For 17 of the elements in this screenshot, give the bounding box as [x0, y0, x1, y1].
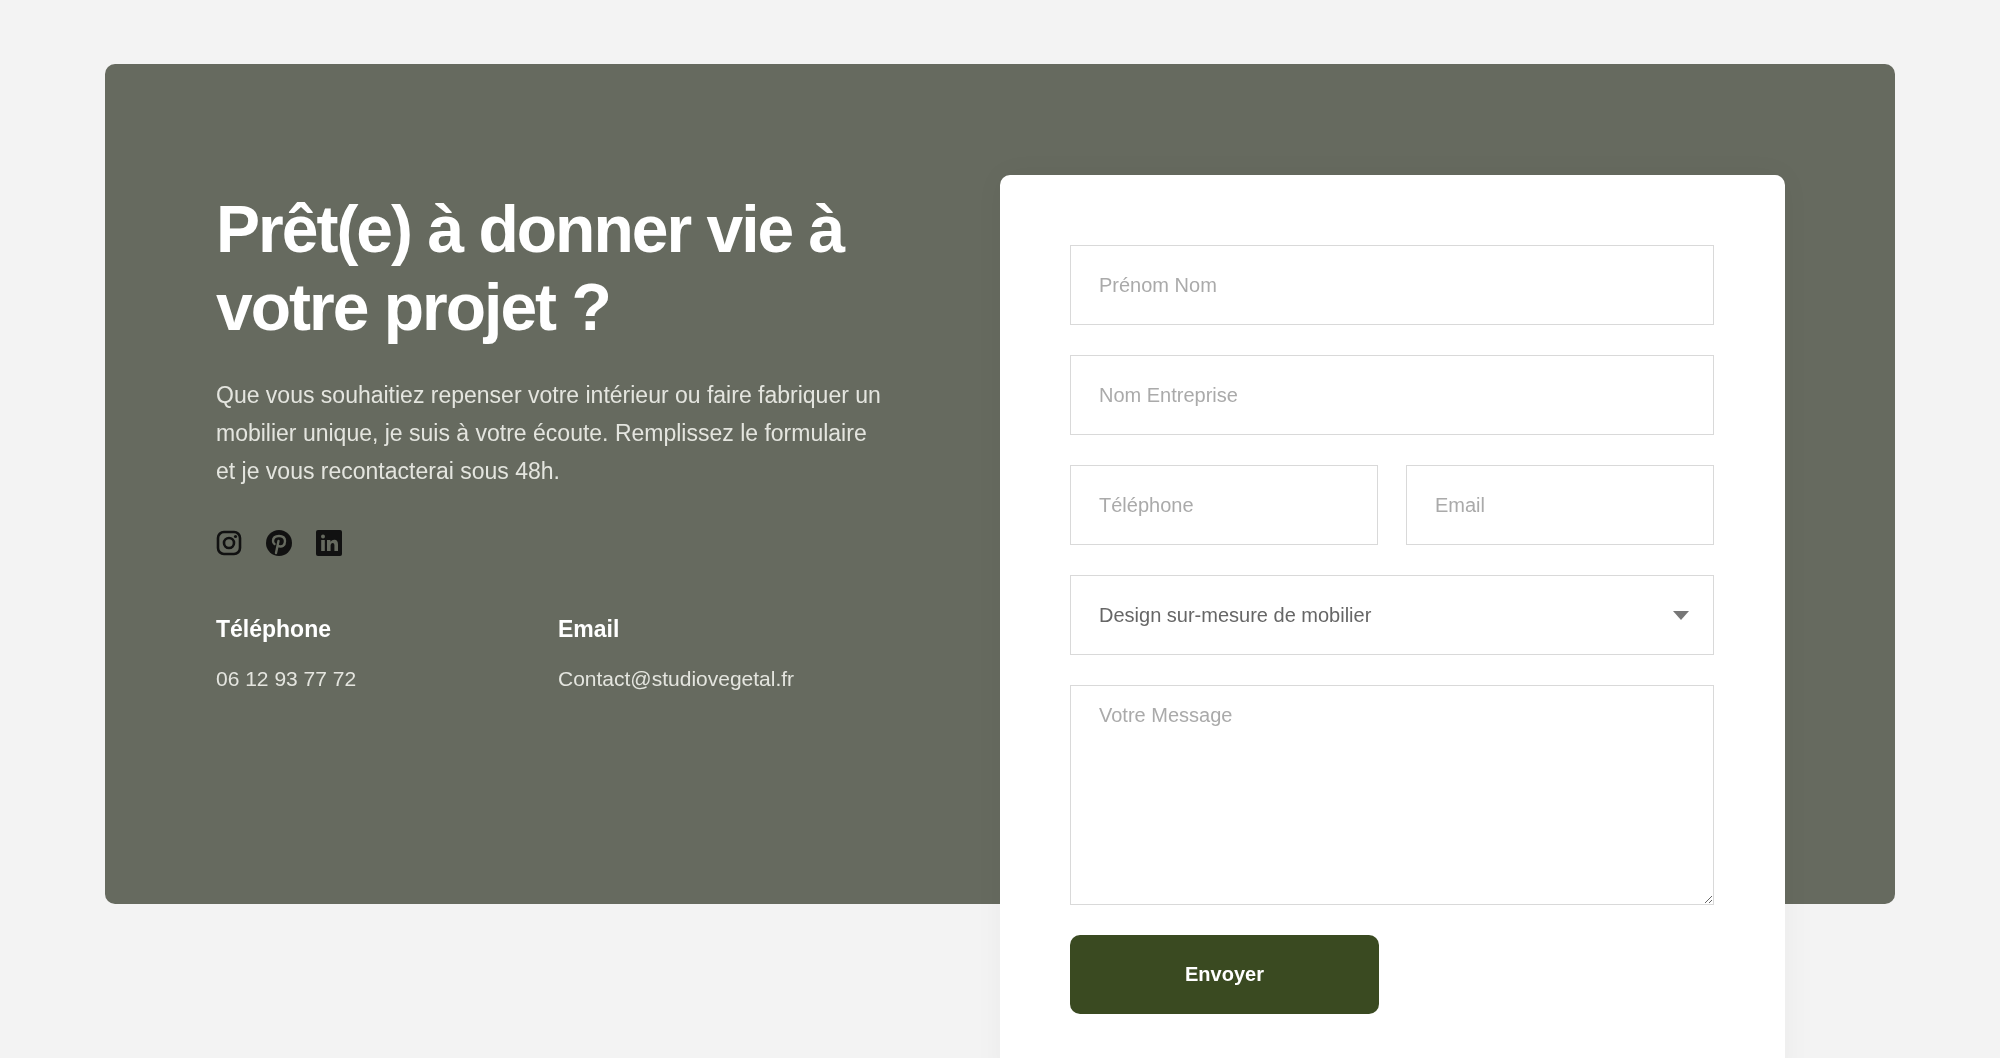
intro-text: Que vous souhaitiez repenser votre intérieur ou faire fabriquer un mobilier unique, je suis à votre écoute. Remplissez le formulaire et je vous recontacterai sous 48h. [216, 381, 882, 486]
input-field[interactable]: Téléphone [1070, 465, 1378, 545]
contact-label: Téléphone [216, 616, 331, 643]
contact-value: Contact@studiovegetal.fr [558, 667, 795, 690]
linkedin-square-icon[interactable] [316, 530, 342, 556]
send-button[interactable]: Envoyer [1070, 935, 1379, 1014]
select-field[interactable]: Design sur-mesure de mobilier [1070, 575, 1714, 655]
caret-icon [1673, 610, 1689, 620]
heading: Prêt(e) à donner vie à votre projet ? [216, 191, 846, 346]
camera-icon[interactable] [216, 530, 242, 556]
contact-value: 06 12 93 77 72 [216, 667, 357, 690]
input-field[interactable]: Email [1406, 465, 1714, 545]
input-field[interactable]: Prénom Nom [1070, 245, 1714, 325]
pin-icon[interactable] [266, 530, 292, 556]
input-field[interactable]: Nom Entreprise [1070, 355, 1714, 435]
message-field[interactable]: Votre Message [1070, 685, 1714, 905]
contact-label: Email [558, 616, 620, 643]
